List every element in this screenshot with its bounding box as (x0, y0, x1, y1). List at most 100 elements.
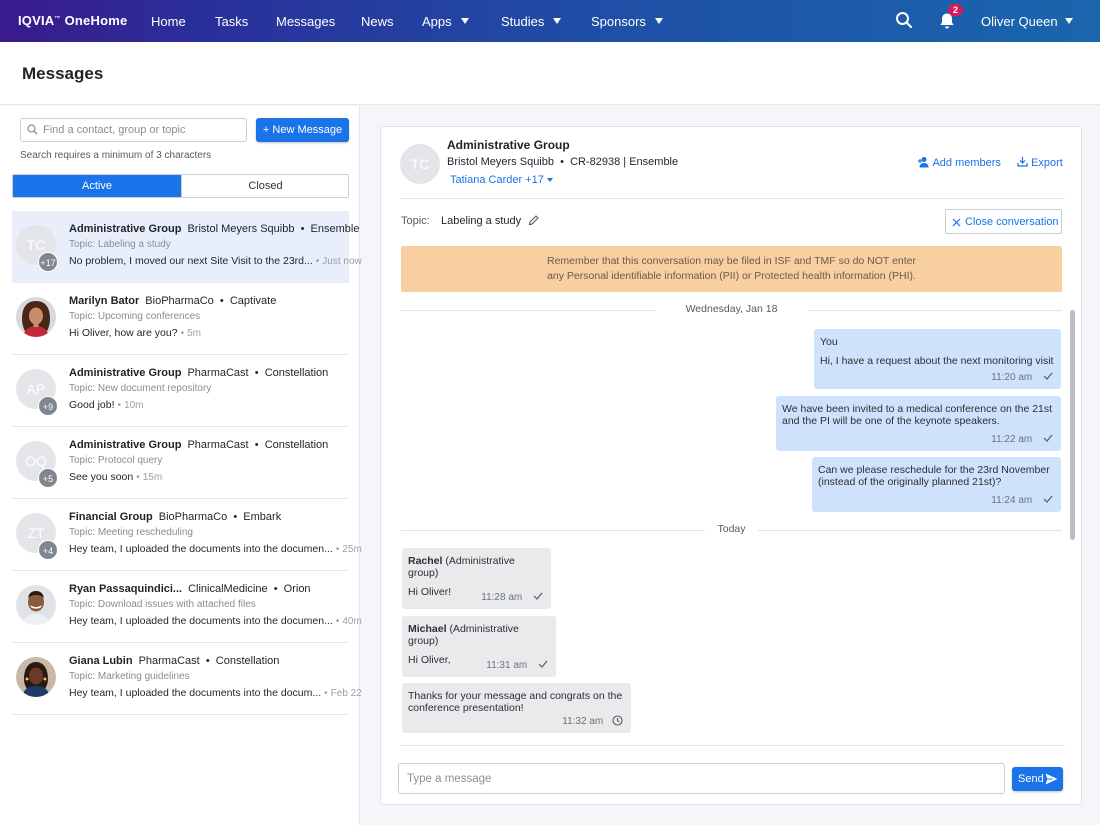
app-logo[interactable]: IQVIA™ OneHome (18, 13, 127, 28)
avatar: TC (400, 144, 440, 184)
conversation-name: Marilyn Bator (69, 295, 140, 307)
nav-sponsors[interactable]: Sponsors (591, 14, 663, 29)
check-icon (1043, 372, 1053, 380)
conversation-item[interactable]: Ryan Passaquindici... ClinicalMedicine • … (12, 571, 362, 643)
time-label: 11:32 am (562, 716, 604, 727)
conversation-org: BioPharmaCo (145, 295, 214, 307)
message-time: 11:22 am (991, 434, 1053, 446)
edit-icon[interactable] (528, 215, 539, 229)
conversation-item[interactable]: Marilyn Bator BioPharmaCo • Captivate Top… (12, 283, 349, 355)
conversation-panel: TC Administrative Group Bristol Meyers S… (380, 126, 1082, 805)
message-sender: Michael (Administrative group) (408, 623, 550, 647)
message-bubble-outgoing: You Hi, I have a request about the next … (814, 329, 1061, 389)
conversation-time: 5m (187, 328, 201, 339)
preview-text: Hey team, I uploaded the documents into … (69, 615, 333, 627)
date-label: Wednesday, Jan 18 (685, 303, 778, 315)
conversation-preview: See you soon • 15m (69, 471, 163, 483)
conversation-org: Bristol Meyers Squibb (447, 156, 554, 168)
send-button[interactable]: Send (1012, 767, 1063, 791)
send-icon (1045, 773, 1058, 785)
conversation-name: Ryan Passaquindici... (69, 583, 183, 595)
notification-badge: 2 (948, 4, 964, 16)
conversation-preview: Hey team, I uploaded the documents into … (69, 615, 362, 627)
nav-apps-label: Apps (422, 14, 452, 29)
search-icon[interactable] (895, 11, 913, 32)
chevron-down-icon (654, 18, 663, 24)
message-text: Hi, I have a request about the next moni… (820, 355, 1054, 367)
conversation-meta: Bristol Meyers Squibb • CR-82938 | Ensem… (447, 156, 679, 168)
search-input[interactable] (43, 122, 243, 138)
nav-messages[interactable]: Messages (276, 14, 335, 29)
conversation-item[interactable]: OQ +5 Administrative Group PharmaCast • C… (12, 427, 349, 499)
search-box[interactable] (20, 118, 247, 142)
user-menu[interactable]: Oliver Queen (981, 14, 1073, 29)
message-input[interactable] (399, 764, 1004, 793)
conversation-item[interactable]: AP +9 Administrative Group PharmaCast • C… (12, 355, 349, 427)
nav-news[interactable]: News (361, 14, 394, 29)
sender-name: Michael (408, 623, 447, 635)
tab-closed[interactable]: Closed (181, 175, 348, 197)
nav-sponsors-label: Sponsors (591, 14, 646, 29)
conversation-product: Ensemble (310, 223, 360, 235)
message-text-line: Thanks for your message and congrats on … (408, 690, 623, 702)
send-label: Send (1018, 773, 1044, 785)
conversation-org: Bristol Meyers Squibb (187, 223, 295, 235)
conversation-heading: Marilyn Bator BioPharmaCo • Captivate (69, 295, 277, 307)
date-label: Today (717, 523, 746, 535)
preview-text: Hey team, I uploaded the documents into … (69, 543, 333, 555)
conversation-name: Financial Group (69, 511, 153, 523)
message-scrollbar[interactable] (1070, 310, 1075, 540)
nav-studies[interactable]: Studies (501, 14, 562, 29)
message-bubble-incoming: Michael (Administrative group) Hi Oliver… (402, 616, 556, 677)
export-label: Export (1031, 157, 1063, 169)
conversation-item[interactable]: ZT +4 Financial Group BioPharmaCo • Embar… (12, 499, 362, 571)
conversation-heading: Administrative Group PharmaCast • Constel… (69, 439, 329, 451)
search-hint: Search requires a minimum of 3 character… (20, 150, 212, 161)
conversation-product: Embark (243, 511, 282, 523)
time-label: 11:28 am (481, 592, 523, 603)
page-title: Messages (22, 64, 104, 83)
add-members-label: Add members (932, 157, 1001, 169)
message-text-line: conference presentation! (408, 702, 524, 714)
topic-label: Topic: (401, 215, 430, 227)
nav-home[interactable]: Home (151, 14, 186, 29)
conversation-heading: Administrative Group Bristol Meyers Squib… (69, 223, 360, 235)
members-dropdown[interactable]: Tatiana Carder +17 (450, 174, 553, 186)
add-members-button[interactable]: Add members (917, 156, 1001, 169)
conversation-time: 10m (124, 400, 144, 411)
close-conversation-label: Close conversation (965, 215, 1059, 228)
nav-tasks[interactable]: Tasks (215, 14, 248, 29)
conversation-heading: Administrative Group PharmaCast • Constel… (69, 367, 329, 379)
message-time: 11:31 am (486, 660, 548, 672)
close-icon (952, 218, 961, 227)
members-label: Tatiana Carder +17 (450, 174, 544, 186)
message-text-line: Can we please reschedule for the 23rd No… (818, 464, 1050, 476)
preview-text: Good job! (69, 399, 115, 411)
top-navigation: IQVIA™ OneHome Home Tasks Messages News A… (0, 0, 1100, 42)
export-button[interactable]: Export (1017, 156, 1063, 169)
conversation-name: Administrative Group (69, 367, 182, 379)
conversation-item[interactable]: TC +17 Administrative Group Bristol Meyer… (12, 211, 362, 283)
conversation-product: Ensemble (629, 156, 679, 168)
check-icon (1043, 495, 1053, 503)
message-time: 11:32 am (562, 715, 623, 728)
conversation-org: PharmaCast (187, 439, 249, 451)
clock-icon (612, 715, 623, 726)
warning-line: Remember that this conversation may be f… (546, 255, 917, 267)
conversation-topic: Topic: Meeting rescheduling (69, 527, 193, 538)
pii-warning-banner: Remember that this conversation may be f… (401, 246, 1062, 292)
message-bubble-outgoing: Can we please reschedule for the 23rd No… (812, 457, 1061, 512)
message-time: 11:28 am (481, 592, 543, 604)
message-bubble-outgoing: We have been invited to a medical confer… (776, 396, 1061, 451)
conversation-item[interactable]: Giana Lubin PharmaCast • Constellation To… (12, 643, 362, 715)
search-icon (27, 124, 38, 135)
member-count-badge: +4 (38, 540, 58, 560)
conversation-product: Constellation (215, 655, 280, 667)
close-conversation-button[interactable]: Close conversation (945, 209, 1062, 234)
new-message-label: New Message (272, 124, 343, 136)
check-icon (533, 592, 543, 600)
conversation-heading: Giana Lubin PharmaCast • Constellation (69, 655, 280, 667)
tab-active[interactable]: Active (13, 175, 181, 197)
new-message-button[interactable]: + New Message (256, 118, 349, 142)
nav-apps[interactable]: Apps (422, 14, 469, 29)
